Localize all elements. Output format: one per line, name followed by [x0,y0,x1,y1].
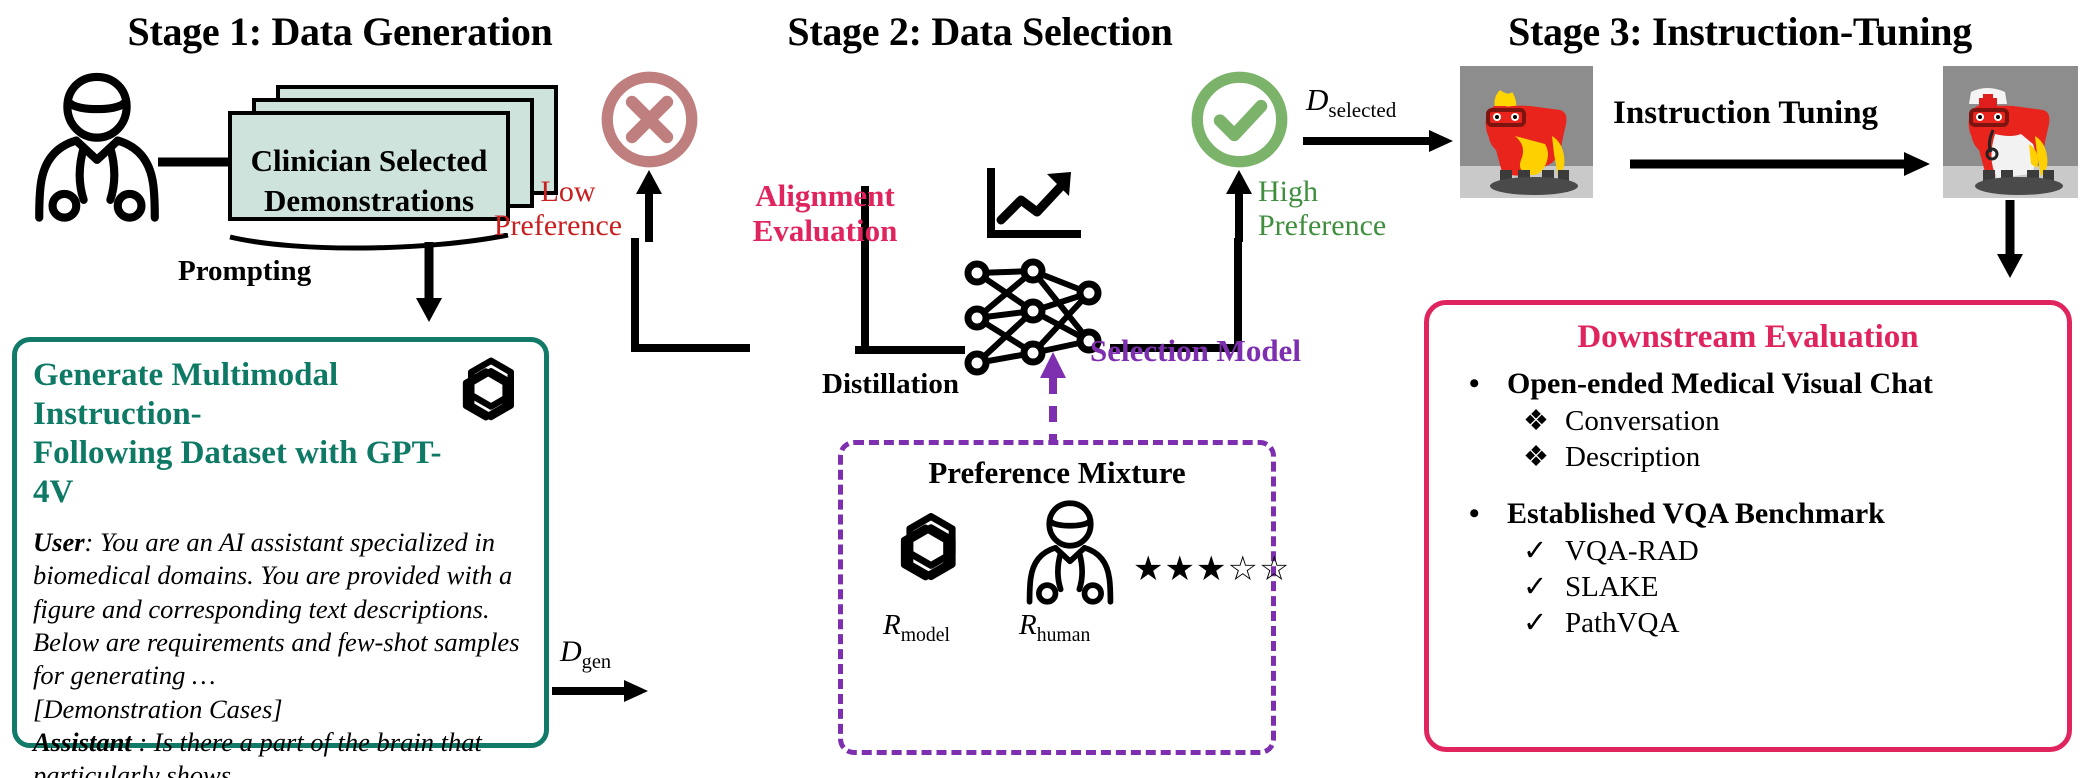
arrow-high-preference-up [1224,170,1254,247]
prompt-box: Generate Multimodal Instruction- Followi… [12,337,549,778]
doctor-icon [22,68,172,228]
prompt-box-body: User: You are an AI assistant specialize… [33,526,528,778]
user-text: : You are an AI assistant specialized in… [33,526,520,691]
bullet-icon: • [1469,497,1480,530]
arrow-dgen-to-mixture [552,678,648,709]
r-model-symbol: R [883,609,901,641]
eval-group-1-heading: • Open-ended Medical Visual Chat [1469,367,1933,401]
path-reject-route [630,238,750,363]
r-human-symbol: R [1019,609,1037,641]
preference-mixture-title: Preference Mixture [928,455,1186,490]
list-item: ❖ Description [1523,439,1933,474]
d-gen-subscript: gen [581,651,612,673]
card-line-1: Clinician Selected [250,143,488,178]
prompt-box-title: Generate Multimodal Instruction- Followi… [33,356,463,512]
eval-item-conversation: Conversation [1565,405,1720,437]
high-preference-line-1: High [1258,175,1318,208]
stage-1-title: Stage 1: Data Generation [127,9,553,54]
bullet-icon: • [1469,367,1480,400]
star-filled-1: ★ [1133,551,1165,588]
star-empty-4: ☆ [1227,551,1259,588]
path-eval-to-network [855,340,965,365]
figure-canvas: Stage 1: Data Generation Stage 2: Data S… [0,0,2080,778]
high-preference-line-2: Preference [1258,208,1387,242]
prompt-assistant-turn: Assistant : Is there a part of the brain… [33,726,528,778]
card-front: Clinician Selected Demonstrations [228,111,510,221]
arrow-instruction-tuning [1630,150,1930,183]
r-human-subscript: human [1036,623,1091,646]
doctor-icon [1017,497,1123,614]
check-bullet-icon: ✓ [1523,571,1548,603]
card-line-2: Demonstrations [263,182,475,218]
prompt-user-turn: User: You are an AI assistant specialize… [33,526,528,693]
preference-mixture-box: Preference Mixture ★★★☆☆ Rmodel Rhuman [838,440,1289,755]
trending-up-icon [985,160,1085,247]
d-selected-subscript: selected [1328,98,1397,123]
star-empty-5: ☆ [1258,551,1291,588]
prompt-title-line-1: Generate Multimodal Instruction- [33,357,339,432]
check-bullet-icon: ✓ [1523,535,1548,567]
check-bullet-icon: ✓ [1523,607,1548,639]
low-preference-line-1: Low [540,175,596,208]
rating-stars: ★★★☆☆ [1133,549,1290,589]
llama-toy-doctor-photo [1943,66,2078,198]
circle-check-icon [1188,68,1291,176]
downstream-evaluation-title: Downstream Evaluation [1577,319,1919,355]
alignment-evaluation-line-1: Alignment [755,178,895,213]
demonstration-cases-text: [Demonstration Cases] [33,693,283,724]
d-gen-symbol: D [560,635,582,668]
high-preference-label: High Preference [1258,175,1418,242]
stage-3-title: Stage 3: Instruction-Tuning [1508,9,1972,54]
openai-logo [885,505,977,602]
r-model-subscript: model [900,623,950,646]
card-front-text: Clinician Selected Demonstrations [232,141,506,220]
arrow-dselected-to-stage3 [1303,128,1453,159]
selection-model-label: Selection Model [1090,333,1301,368]
alignment-evaluation-label: Alignment Evaluation [685,178,965,249]
d-selected-label: Dselected [1306,82,1396,123]
card-wave [229,233,509,251]
list-item: ✓ PathVQA [1523,605,1933,640]
assistant-role-label: Assistant [33,727,132,757]
alignment-evaluation-line-2: Evaluation [752,213,898,249]
arrow-prompting-down [414,242,444,329]
list-item: ✓ SLAKE [1523,569,1933,604]
prompting-label: Prompting [178,255,312,287]
instruction-tuning-label: Instruction Tuning [1613,95,1879,131]
d-gen-label: Dgen [560,635,611,674]
llama-toy-glasses-photo [1460,66,1593,198]
user-role-label: User [33,526,85,557]
downstream-evaluation-box: Downstream Evaluation • Open-ended Medica… [1424,300,2072,752]
eval-group-1-heading-text: Open-ended Medical Visual Chat [1507,367,1933,400]
openai-logo [448,350,534,441]
eval-group-2-heading: • Established VQA Benchmark [1469,497,1933,531]
eval-item-pathvqa: PathVQA [1565,607,1680,639]
eval-item-vqa-rad: VQA-RAD [1565,535,1699,567]
list-item: ✓ VQA-RAD [1523,533,1933,568]
eval-item-description: Description [1565,441,1701,473]
diamond-bullet-icon: ❖ [1523,441,1549,473]
arrow-to-downstream-eval [1995,200,2025,285]
d-selected-symbol: D [1306,82,1329,117]
star-filled-3: ★ [1195,551,1228,588]
stage-2-title: Stage 2: Data Selection [787,9,1173,54]
eval-group-2-heading-text: Established VQA Benchmark [1507,497,1885,530]
diamond-bullet-icon: ❖ [1523,405,1549,437]
r-human-label: Rhuman [1019,609,1090,647]
low-preference-label: Low Preference [494,175,628,242]
circle-x-icon [598,68,701,176]
eval-item-slake: SLAKE [1565,571,1659,603]
distillation-label: Distillation [822,368,959,400]
r-model-label: Rmodel [883,609,950,647]
arrow-low-preference-up [634,170,664,247]
prompt-title-line-2: Following Dataset with GPT-4V [33,434,442,510]
star-filled-2: ★ [1164,551,1196,588]
downstream-evaluation-list: • Open-ended Medical Visual Chat ❖ Convers… [1469,367,1933,641]
low-preference-line-2: Preference [493,208,623,242]
list-item: ❖ Conversation [1523,403,1933,438]
